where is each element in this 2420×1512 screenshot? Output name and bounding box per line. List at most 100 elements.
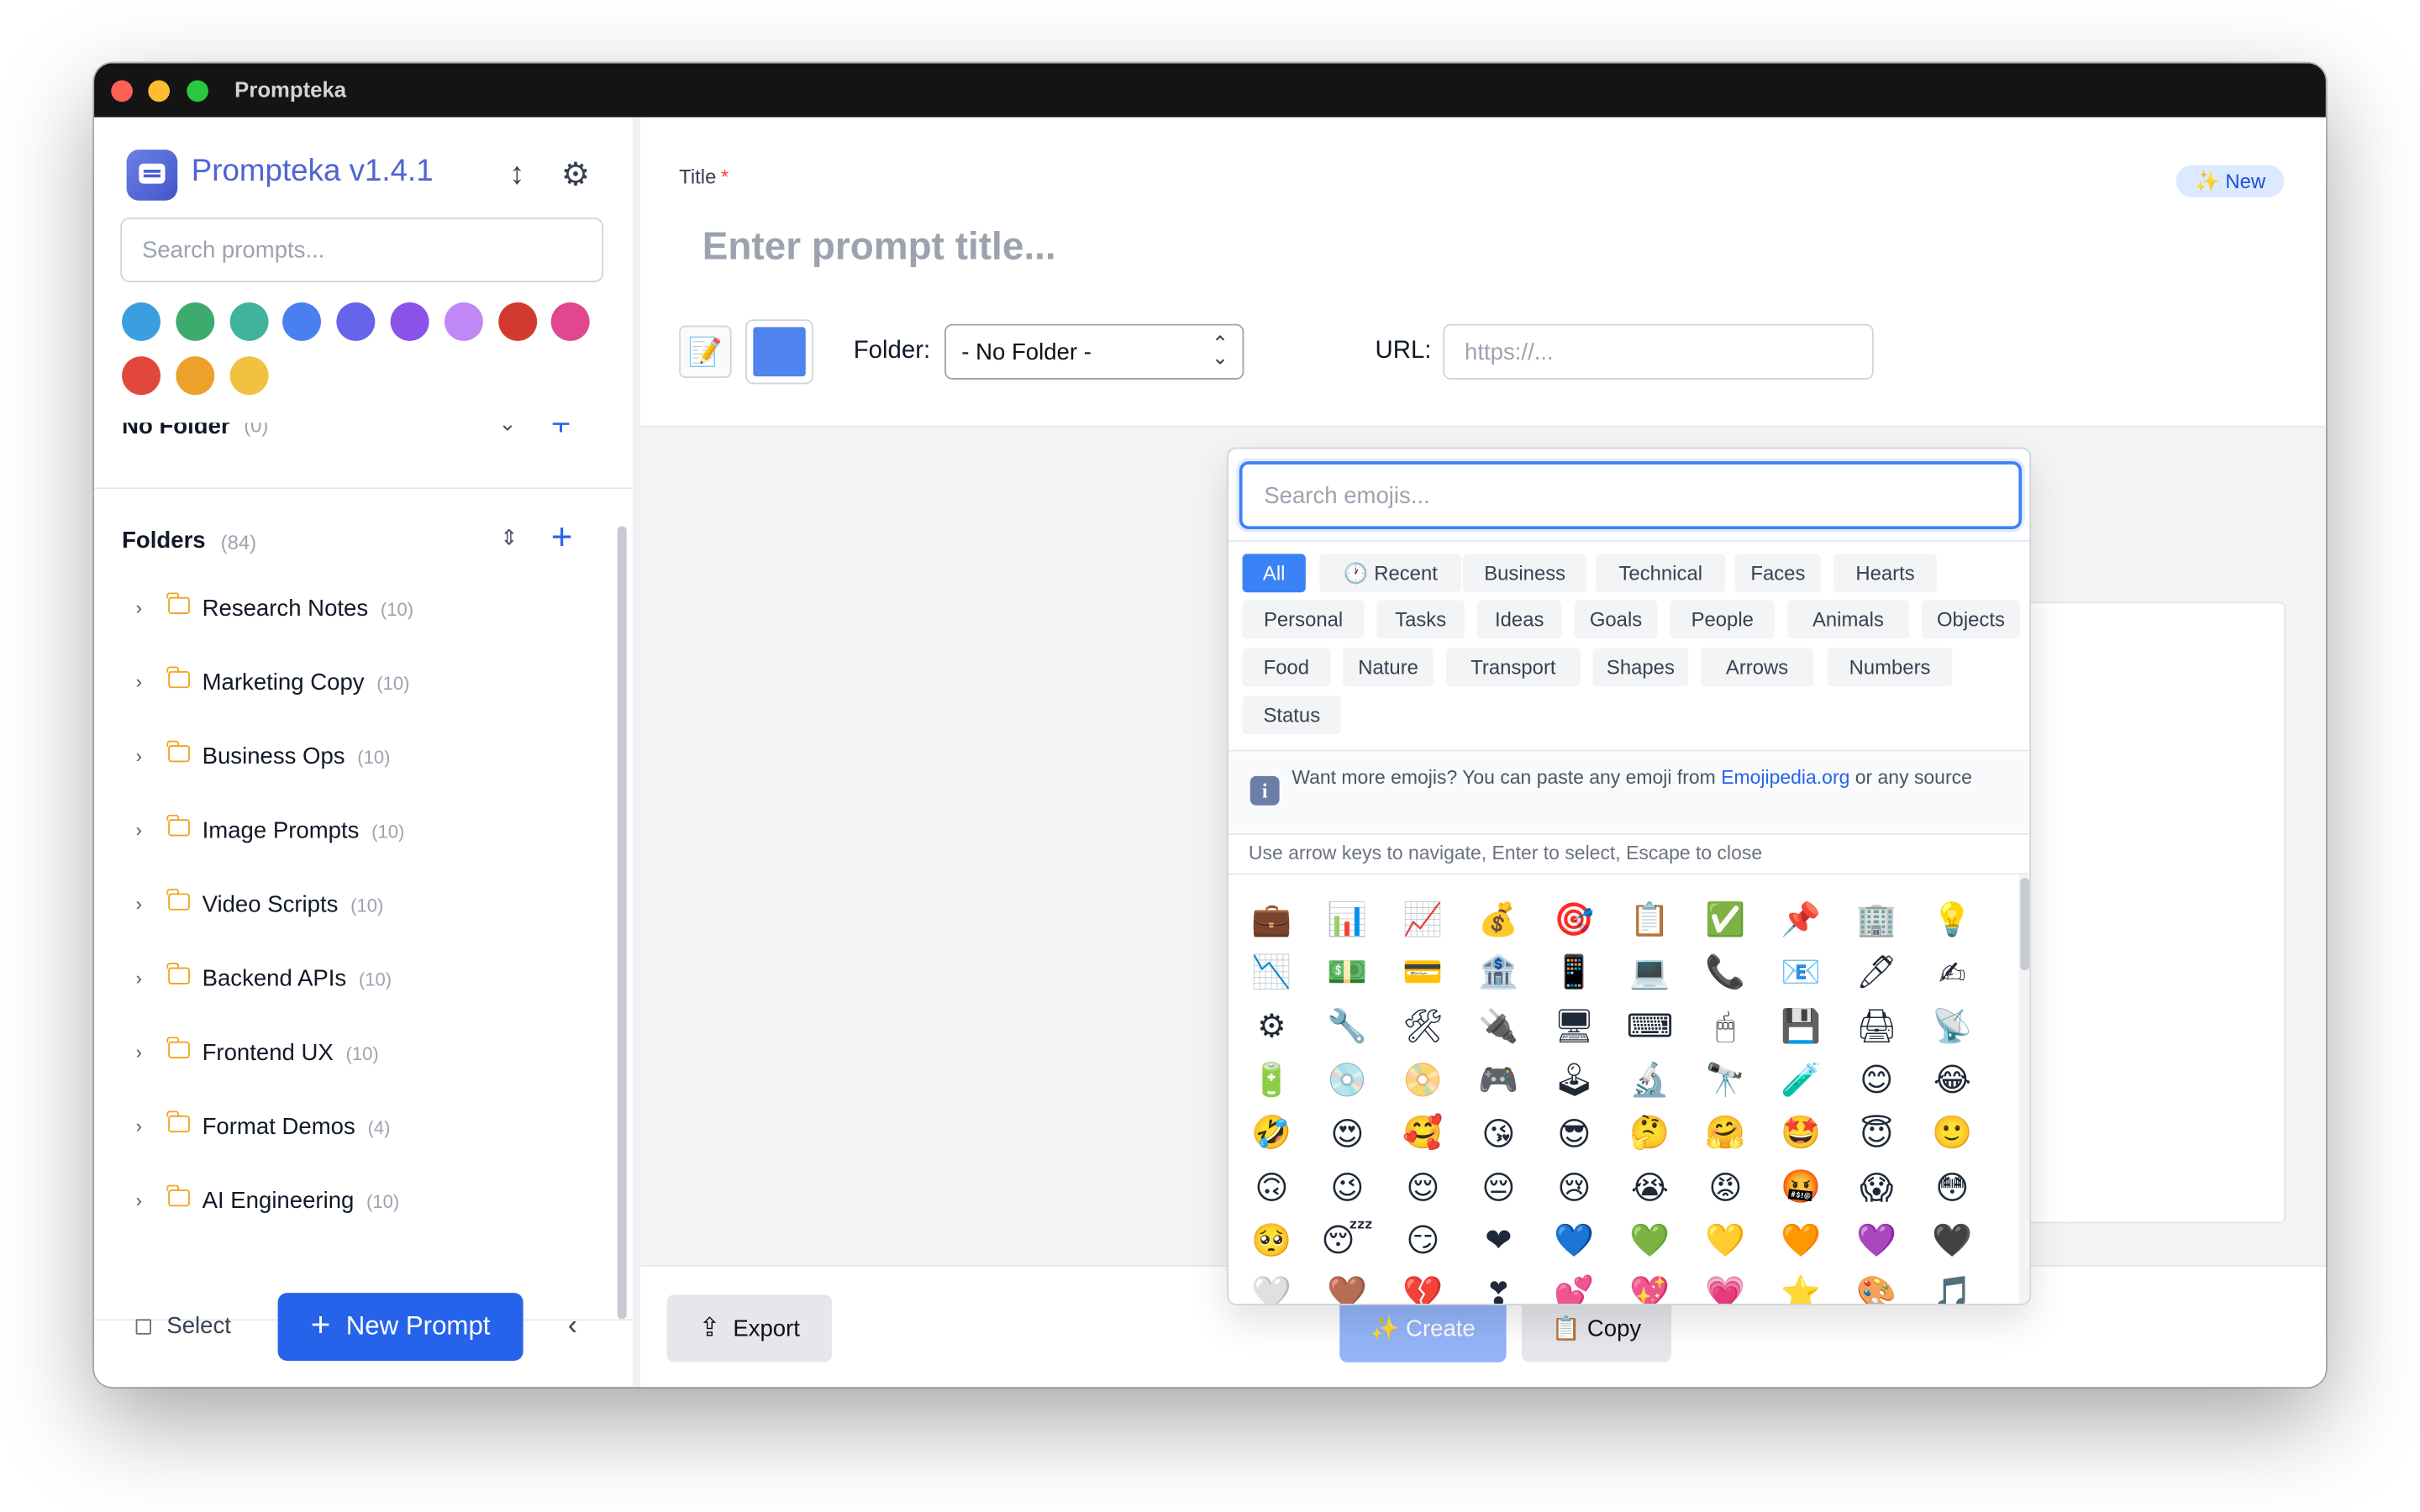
- folder-item[interactable]: › Research Notes (10): [94, 577, 616, 638]
- sidebar-resize-handle[interactable]: [633, 117, 641, 1388]
- emoji-cell[interactable]: 🥰: [1395, 1110, 1450, 1157]
- emoji-cell[interactable]: 🏢: [1849, 896, 1904, 942]
- emoji-cell[interactable]: 🔋: [1244, 1057, 1299, 1103]
- color-swatch[interactable]: [122, 356, 161, 396]
- color-swatch[interactable]: [551, 302, 591, 341]
- color-swatch[interactable]: [282, 302, 322, 341]
- emoji-cell[interactable]: 💰: [1470, 896, 1526, 942]
- emoji-cell[interactable]: 😴: [1319, 1218, 1375, 1264]
- emoji-category-tab[interactable]: Technical: [1596, 554, 1726, 593]
- emoji-category-tab[interactable]: Food: [1242, 648, 1331, 687]
- emoji-cell[interactable]: ⚙: [1244, 1004, 1299, 1050]
- select-mode-toggle[interactable]: Select: [135, 1313, 231, 1339]
- emoji-cell[interactable]: 🏦: [1470, 950, 1526, 996]
- emoji-category-tab[interactable]: Business: [1463, 554, 1587, 593]
- chevron-right-icon[interactable]: ›: [136, 819, 142, 841]
- chevron-right-icon[interactable]: ›: [136, 671, 142, 693]
- emoji-picker-button[interactable]: 📝: [679, 325, 732, 378]
- emoji-cell[interactable]: ⭐: [1773, 1271, 1828, 1304]
- search-prompts-input[interactable]: [120, 217, 604, 283]
- color-swatch[interactable]: [390, 302, 429, 341]
- folder-item[interactable]: › Video Scripts (10): [94, 874, 616, 935]
- emoji-cell[interactable]: 📉: [1244, 950, 1299, 996]
- emoji-cell[interactable]: 📡: [1924, 1004, 1980, 1050]
- emoji-cell[interactable]: 🤍: [1244, 1271, 1299, 1304]
- color-picker-button[interactable]: [745, 319, 813, 385]
- emoji-category-tab[interactable]: Animals: [1786, 600, 1909, 639]
- emoji-cell[interactable]: 😳: [1924, 1164, 1980, 1210]
- emoji-cell[interactable]: ❤: [1470, 1218, 1526, 1264]
- emoji-cell[interactable]: 📱: [1546, 950, 1602, 996]
- collapse-sidebar-icon[interactable]: ‹: [568, 1310, 577, 1342]
- emoji-cell[interactable]: ✍: [1924, 950, 1980, 996]
- emoji-cell[interactable]: 🖊: [1849, 950, 1904, 996]
- minimize-window-button[interactable]: [148, 80, 171, 102]
- sort-arrows-icon[interactable]: ↕: [500, 156, 534, 193]
- chevron-right-icon[interactable]: ›: [136, 1042, 142, 1063]
- emoji-cell[interactable]: 😡: [1697, 1164, 1753, 1210]
- folder-item[interactable]: › Marketing Copy (10): [94, 651, 616, 712]
- emoji-cell[interactable]: 🙃: [1244, 1164, 1299, 1210]
- emoji-cell[interactable]: 💡: [1924, 896, 1980, 942]
- chevron-right-icon[interactable]: ›: [136, 1189, 142, 1211]
- gear-icon[interactable]: ⚙: [557, 156, 594, 193]
- emoji-cell[interactable]: 💿: [1319, 1057, 1375, 1103]
- emoji-cell[interactable]: 🔌: [1470, 1004, 1526, 1050]
- emoji-cell[interactable]: 🕹: [1546, 1057, 1602, 1103]
- emoji-cell[interactable]: 😭: [1622, 1164, 1677, 1210]
- export-button[interactable]: ⇪ Export: [666, 1294, 832, 1362]
- emoji-cell[interactable]: 🤬: [1773, 1164, 1828, 1210]
- emoji-cell[interactable]: 😢: [1546, 1164, 1602, 1210]
- emoji-cell[interactable]: 😉: [1319, 1164, 1375, 1210]
- emoji-cell[interactable]: 🎮: [1470, 1057, 1526, 1103]
- emoji-cell[interactable]: 🖥: [1546, 1004, 1602, 1050]
- emoji-cell[interactable]: 🎨: [1849, 1271, 1904, 1304]
- emoji-category-tab[interactable]: 🕐 Recent: [1319, 554, 1462, 593]
- emoji-cell[interactable]: 💵: [1319, 950, 1375, 996]
- emoji-cell[interactable]: 💳: [1395, 950, 1450, 996]
- no-folder-section[interactable]: No Folder (0) ⌄ +: [94, 423, 634, 490]
- emoji-category-tab[interactable]: Tasks: [1376, 600, 1465, 639]
- emoji-cell[interactable]: 😘: [1470, 1110, 1526, 1157]
- emoji-cell[interactable]: ⌨: [1622, 1004, 1677, 1050]
- emoji-cell[interactable]: 💼: [1244, 896, 1299, 942]
- folder-item[interactable]: › Backend APIs (10): [94, 948, 616, 1009]
- color-swatch[interactable]: [444, 302, 483, 341]
- new-prompt-button[interactable]: + New Prompt: [277, 1293, 523, 1361]
- emojipedia-link[interactable]: Emojipedia.org: [1721, 767, 1849, 789]
- emoji-category-tab[interactable]: Numbers: [1827, 648, 1953, 687]
- emoji-cell[interactable]: 📋: [1622, 896, 1677, 942]
- emoji-cell[interactable]: 😏: [1395, 1218, 1450, 1264]
- emoji-cell[interactable]: 😔: [1470, 1164, 1526, 1210]
- zoom-window-button[interactable]: [187, 80, 208, 102]
- emoji-cell[interactable]: 😊: [1849, 1057, 1904, 1103]
- emoji-cell[interactable]: 🙂: [1924, 1110, 1980, 1157]
- folders-expand-collapse-icon[interactable]: ⇕: [500, 524, 518, 550]
- emoji-search-input[interactable]: [1239, 461, 2023, 529]
- color-swatch[interactable]: [122, 302, 161, 341]
- close-window-button[interactable]: [111, 80, 133, 102]
- emoji-cell[interactable]: 💚: [1622, 1218, 1677, 1264]
- emoji-category-tab[interactable]: Transport: [1445, 648, 1581, 687]
- emoji-cell[interactable]: 🔭: [1697, 1057, 1753, 1103]
- emoji-category-tab[interactable]: Status: [1242, 696, 1342, 735]
- folder-item[interactable]: › AI Engineering (10): [94, 1169, 616, 1231]
- emoji-cell[interactable]: 🛠: [1395, 1004, 1450, 1050]
- emoji-cell[interactable]: 🎯: [1546, 896, 1602, 942]
- emoji-cell[interactable]: 🤗: [1697, 1110, 1753, 1157]
- emoji-cell[interactable]: 😂: [1924, 1057, 1980, 1103]
- color-swatch[interactable]: [497, 302, 537, 341]
- add-folder-icon[interactable]: +: [551, 517, 573, 559]
- emoji-cell[interactable]: 😱: [1849, 1164, 1904, 1210]
- emoji-cell[interactable]: 🧡: [1773, 1218, 1828, 1264]
- color-swatch[interactable]: [176, 356, 214, 396]
- emoji-category-tab[interactable]: People: [1670, 600, 1776, 639]
- emoji-cell[interactable]: 💛: [1697, 1218, 1753, 1264]
- emoji-cell[interactable]: 🤩: [1773, 1110, 1828, 1157]
- color-swatch[interactable]: [176, 302, 214, 341]
- emoji-cell[interactable]: 💔: [1395, 1271, 1450, 1304]
- emoji-category-tab[interactable]: Objects: [1921, 600, 2021, 639]
- emoji-cell[interactable]: 📊: [1319, 896, 1375, 942]
- emoji-cell[interactable]: 💜: [1849, 1218, 1904, 1264]
- chevron-right-icon[interactable]: ›: [136, 968, 142, 990]
